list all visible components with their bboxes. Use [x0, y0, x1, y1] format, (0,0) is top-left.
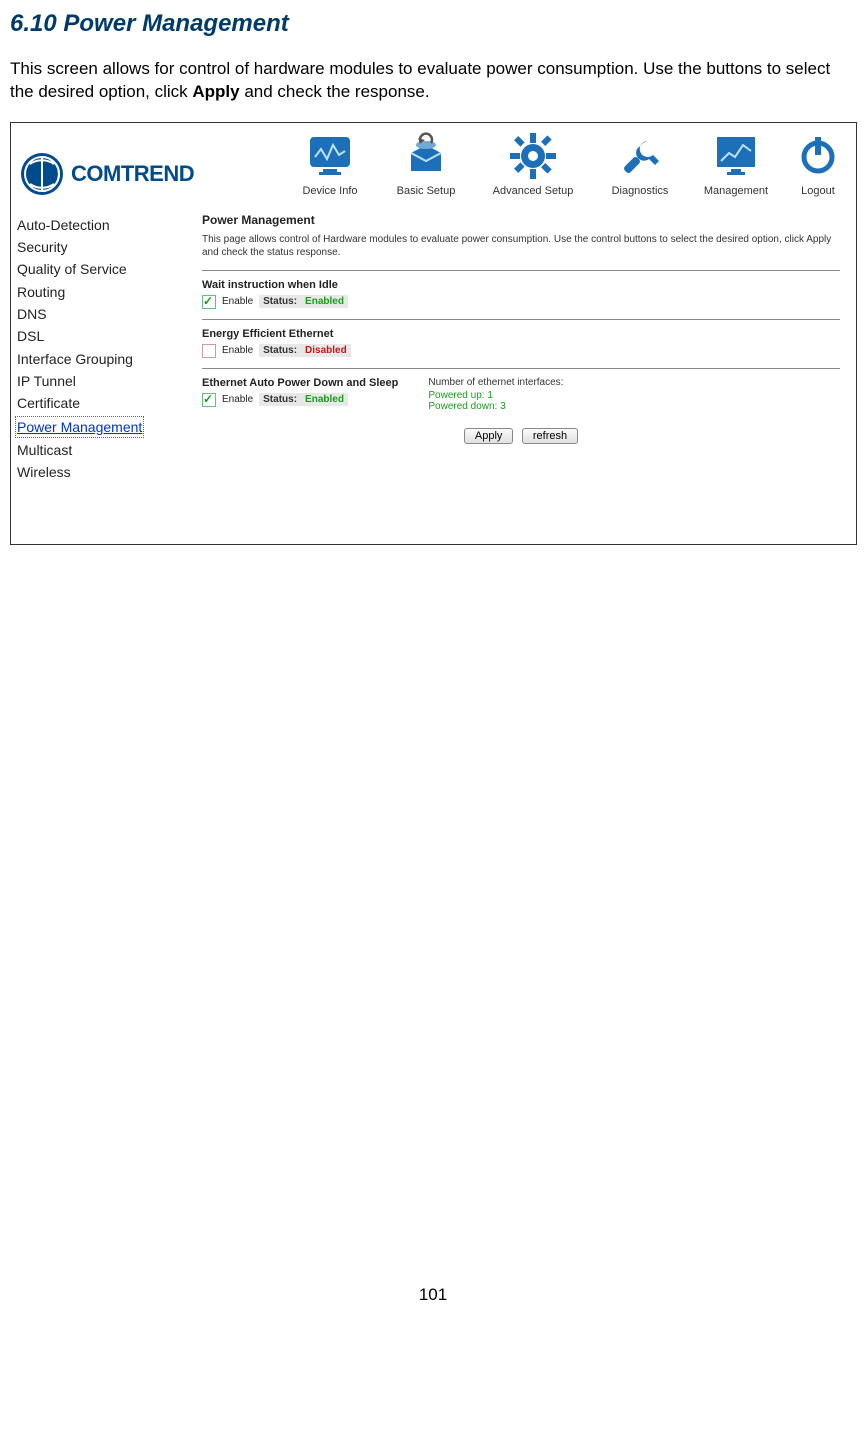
line-chart-icon — [711, 129, 761, 183]
eth-interface-info: Number of ethernet interfaces: Powered u… — [428, 377, 563, 412]
button-row: Apply refresh — [202, 426, 840, 444]
nav-management[interactable]: Management — [692, 129, 780, 197]
section-title: Ethernet Auto Power Down and Sleep — [202, 377, 398, 389]
status-value: Disabled — [301, 344, 351, 357]
nav-logout[interactable]: Logout — [788, 129, 848, 197]
enable-label: Enable — [222, 296, 253, 307]
status-label: Status: — [259, 344, 301, 357]
gear-icon — [506, 129, 560, 183]
status-block: Status: Enabled — [259, 295, 348, 308]
nav-label: Logout — [801, 185, 835, 197]
page-number: 101 — [0, 1285, 866, 1305]
nav-label: Basic Setup — [397, 185, 456, 197]
nav-diagnostics[interactable]: Diagnostics — [596, 129, 684, 197]
enable-checkbox-idle[interactable] — [202, 295, 216, 309]
monitor-icon — [305, 129, 355, 183]
section-title: Energy Efficient Ethernet — [202, 328, 840, 340]
nav-label: Device Info — [302, 185, 357, 197]
content-panel: Power Management This page allows contro… — [186, 201, 856, 545]
nav-device-info[interactable]: Device Info — [286, 129, 374, 197]
content-description: This page allows control of Hardware mod… — [202, 233, 840, 260]
sidebar-item-auto-detection[interactable]: Auto-Detection — [15, 215, 180, 235]
intro-paragraph: This screen allows for control of hardwa… — [10, 58, 856, 104]
power-icon — [798, 129, 838, 183]
brand-globe-icon — [19, 151, 65, 197]
enable-checkbox-eee[interactable] — [202, 344, 216, 358]
sidebar-item-certificate[interactable]: Certificate — [15, 393, 180, 413]
apply-button[interactable]: Apply — [464, 428, 514, 444]
nav-basic-setup[interactable]: Basic Setup — [382, 129, 470, 197]
enable-checkbox-autopd[interactable] — [202, 393, 216, 407]
status-block: Status: Enabled — [259, 393, 348, 406]
sidebar-item-wireless[interactable]: Wireless — [15, 462, 180, 482]
intro-after: and check the response. — [240, 82, 430, 101]
nav-advanced-setup[interactable]: Advanced Setup — [478, 129, 588, 197]
sidebar-menu: Auto-Detection Security Quality of Servi… — [11, 201, 186, 545]
status-value: Enabled — [301, 393, 348, 406]
sidebar-item-dns[interactable]: DNS — [15, 304, 180, 324]
wrench-icon — [615, 129, 665, 183]
nav-label: Diagnostics — [612, 185, 669, 197]
screenshot-frame: COMTREND Device Info — [10, 122, 857, 546]
status-value: Enabled — [301, 295, 348, 308]
status-block: Status: Disabled — [259, 344, 351, 357]
sidebar-item-interface-grouping[interactable]: Interface Grouping — [15, 349, 180, 369]
nav-label: Management — [704, 185, 768, 197]
section-title: Wait instruction when Idle — [202, 279, 840, 291]
eth-interfaces-label: Number of ethernet interfaces: — [428, 377, 563, 388]
enable-label: Enable — [222, 394, 253, 405]
sidebar-item-security[interactable]: Security — [15, 237, 180, 257]
doc-heading: 6.10 Power Management — [10, 10, 866, 38]
box-arrow-icon — [401, 129, 451, 183]
sidebar-item-power-management[interactable]: Power Management — [15, 416, 144, 438]
sidebar-item-routing[interactable]: Routing — [15, 282, 180, 302]
sidebar-item-qos[interactable]: Quality of Service — [15, 259, 180, 279]
separator — [202, 270, 840, 271]
nav-label: Advanced Setup — [493, 185, 574, 197]
status-label: Status: — [259, 393, 301, 406]
enable-label: Enable — [222, 345, 253, 356]
content-title: Power Management — [202, 213, 840, 227]
refresh-button[interactable]: refresh — [522, 428, 578, 444]
eth-powered-up: Powered up: 1 — [428, 390, 563, 401]
sidebar-item-dsl[interactable]: DSL — [15, 326, 180, 346]
brand-name: COMTREND — [71, 161, 194, 187]
eth-powered-down: Powered down: 3 — [428, 401, 563, 412]
section-wait-idle: Wait instruction when Idle Enable Status… — [202, 279, 840, 309]
separator — [202, 368, 840, 369]
nav-items: Device Info Basic Setup — [286, 129, 848, 197]
brand-logo: COMTREND — [19, 151, 194, 197]
section-eee: Energy Efficient Ethernet Enable Status:… — [202, 328, 840, 358]
top-navigation: COMTREND Device Info — [11, 123, 856, 201]
main-area: Auto-Detection Security Quality of Servi… — [11, 201, 856, 545]
status-label: Status: — [259, 295, 301, 308]
sidebar-item-multicast[interactable]: Multicast — [15, 440, 180, 460]
separator — [202, 319, 840, 320]
sidebar-item-ip-tunnel[interactable]: IP Tunnel — [15, 371, 180, 391]
intro-bold: Apply — [192, 82, 239, 101]
section-auto-power-down: Ethernet Auto Power Down and Sleep Enabl… — [202, 377, 840, 412]
